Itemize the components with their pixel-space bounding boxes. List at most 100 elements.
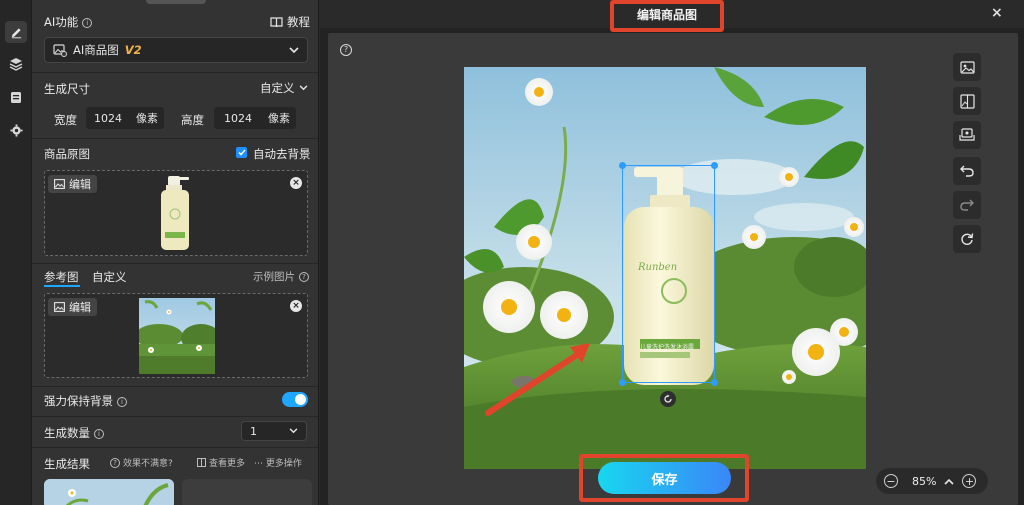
product-image-icon [53,43,67,57]
more-actions-label: 更多操作 [265,459,302,469]
close-icon[interactable]: × [991,5,1003,21]
ai-function-label: AI功能 [44,15,79,29]
layers-icon[interactable] [953,121,981,149]
reference-image-dropzone[interactable]: 编辑 × [44,293,308,378]
config-panel: AI功能 i 教程 AI商品图 V2 生成尺寸 自定义 宽度 1024 像素 高度… [32,0,319,505]
divider [32,416,318,417]
chevron-down-icon [299,85,307,91]
app-root: AI功能 i 教程 AI商品图 V2 生成尺寸 自定义 宽度 1024 像素 高度… [0,0,1024,505]
help-icon[interactable]: ? [340,44,352,56]
settings-gear-icon[interactable] [5,119,27,141]
count-value: 1 [250,424,257,438]
divider [32,263,318,264]
chevron-up-icon[interactable] [944,478,955,485]
count-select[interactable]: 1 [241,421,307,441]
reset-icon[interactable] [953,225,981,253]
selection-box[interactable] [619,162,718,386]
result-thumbnail-1[interactable] [44,479,174,505]
remove-product-image-close-icon[interactable]: × [290,177,302,189]
more-actions-link[interactable]: ⋯ 更多操作 [254,456,302,469]
save-button[interactable]: 保存 [598,462,731,494]
resize-handle[interactable] [619,379,626,386]
redo-icon[interactable] [953,191,981,219]
edit-reference-image-button[interactable]: 编辑 [48,298,97,316]
width-label: 宽度 [54,113,77,127]
reference-thumbnail [139,298,215,374]
product-thumbnail [161,176,189,250]
unsatisfied-label: 效果不满意? [123,459,173,469]
width-input[interactable]: 1024 像素 [86,107,164,129]
panel-handle [146,0,206,4]
divider [32,138,318,139]
resize-handle[interactable] [711,162,718,169]
tutorial-label: 教程 [287,15,310,29]
canvas-area: ? Runben 儿童洗护洗发沐浴露 − 85% + [328,33,1018,505]
info-icon[interactable]: i [117,396,127,407]
replace-image-icon[interactable] [953,87,981,115]
height-value: 1024 [224,111,252,125]
tab-custom[interactable]: 自定义 [92,269,127,285]
tutorial-link[interactable]: 教程 [270,14,310,30]
keep-bg-label: 强力保持背景 [44,394,113,408]
tab-reference[interactable]: 参考图 [44,269,79,285]
ai-mode-select[interactable]: AI商品图 V2 [44,37,308,63]
resize-handle[interactable] [619,162,626,169]
ai-mode-version: V2 [124,43,142,57]
editor-title: 编辑商品图 [636,8,697,22]
help-icon[interactable]: ? [299,272,309,282]
view-more-link[interactable]: 查看更多 [197,456,245,469]
info-icon[interactable]: i [82,17,93,28]
count-heading: 生成数量 i [44,425,104,441]
rotate-icon[interactable] [660,391,676,407]
edit-label: 编辑 [69,178,91,191]
product-image-dropzone[interactable]: 编辑 × [44,170,308,256]
width-unit: 像素 [136,112,158,125]
zoom-control: − 85% + [876,468,988,494]
image-icon[interactable] [953,53,981,81]
divider [32,386,318,387]
size-mode-dropdown[interactable]: 自定义 [260,80,308,96]
auto-remove-bg-checkbox[interactable] [236,147,247,158]
edit-tool-icon[interactable] [5,21,27,43]
edit-product-image-button[interactable]: 编辑 [48,175,97,193]
divider [32,72,318,73]
view-more-label: 查看更多 [209,459,246,469]
ai-function-heading: AI功能 i [44,14,93,30]
width-value: 1024 [94,111,122,125]
grid-icon [197,458,206,467]
book-icon [270,16,283,27]
chevron-down-icon [289,428,298,434]
result-thumbnail-2[interactable] [182,479,312,505]
size-mode-label: 自定义 [260,81,295,95]
editor-window: 编辑商品图 × ? Runben 儿童洗护洗发沐浴露 − 85% + 保存 [320,0,1024,505]
info-icon[interactable]: i [94,428,104,439]
annotation-arrow-icon [485,343,590,416]
document-tool-icon[interactable] [5,86,27,108]
keep-bg-heading: 强力保持背景 i [44,393,127,409]
product-image-label: 商品原图 [44,147,90,161]
height-unit: 像素 [268,112,290,125]
unsatisfied-link[interactable]: ? 效果不满意? [110,456,173,469]
zoom-in-icon[interactable]: + [962,474,977,488]
example-images-label: 示例图片 [253,271,295,283]
ai-mode-label: AI商品图 [73,43,119,57]
image-icon [54,302,65,312]
edit-label: 编辑 [69,301,91,314]
undo-icon[interactable] [953,157,981,185]
height-label: 高度 [181,113,204,127]
tool-rail [0,0,32,505]
image-icon [54,179,65,189]
remove-reference-image-close-icon[interactable]: × [290,300,302,312]
auto-remove-bg-label: 自动去背景 [253,147,311,161]
height-input[interactable]: 1024 像素 [214,107,296,129]
more-dots-icon: ⋯ [254,459,266,469]
zoom-out-icon[interactable]: − [884,474,898,488]
resize-handle[interactable] [711,379,718,386]
keep-bg-toggle[interactable] [282,392,308,407]
chevron-down-icon [289,46,299,53]
divider [32,447,318,448]
layers-tool-icon[interactable] [5,53,27,75]
zoom-level: 85% [912,474,937,488]
example-images-link[interactable]: 示例图片? [253,269,309,284]
count-label: 生成数量 [44,426,90,440]
